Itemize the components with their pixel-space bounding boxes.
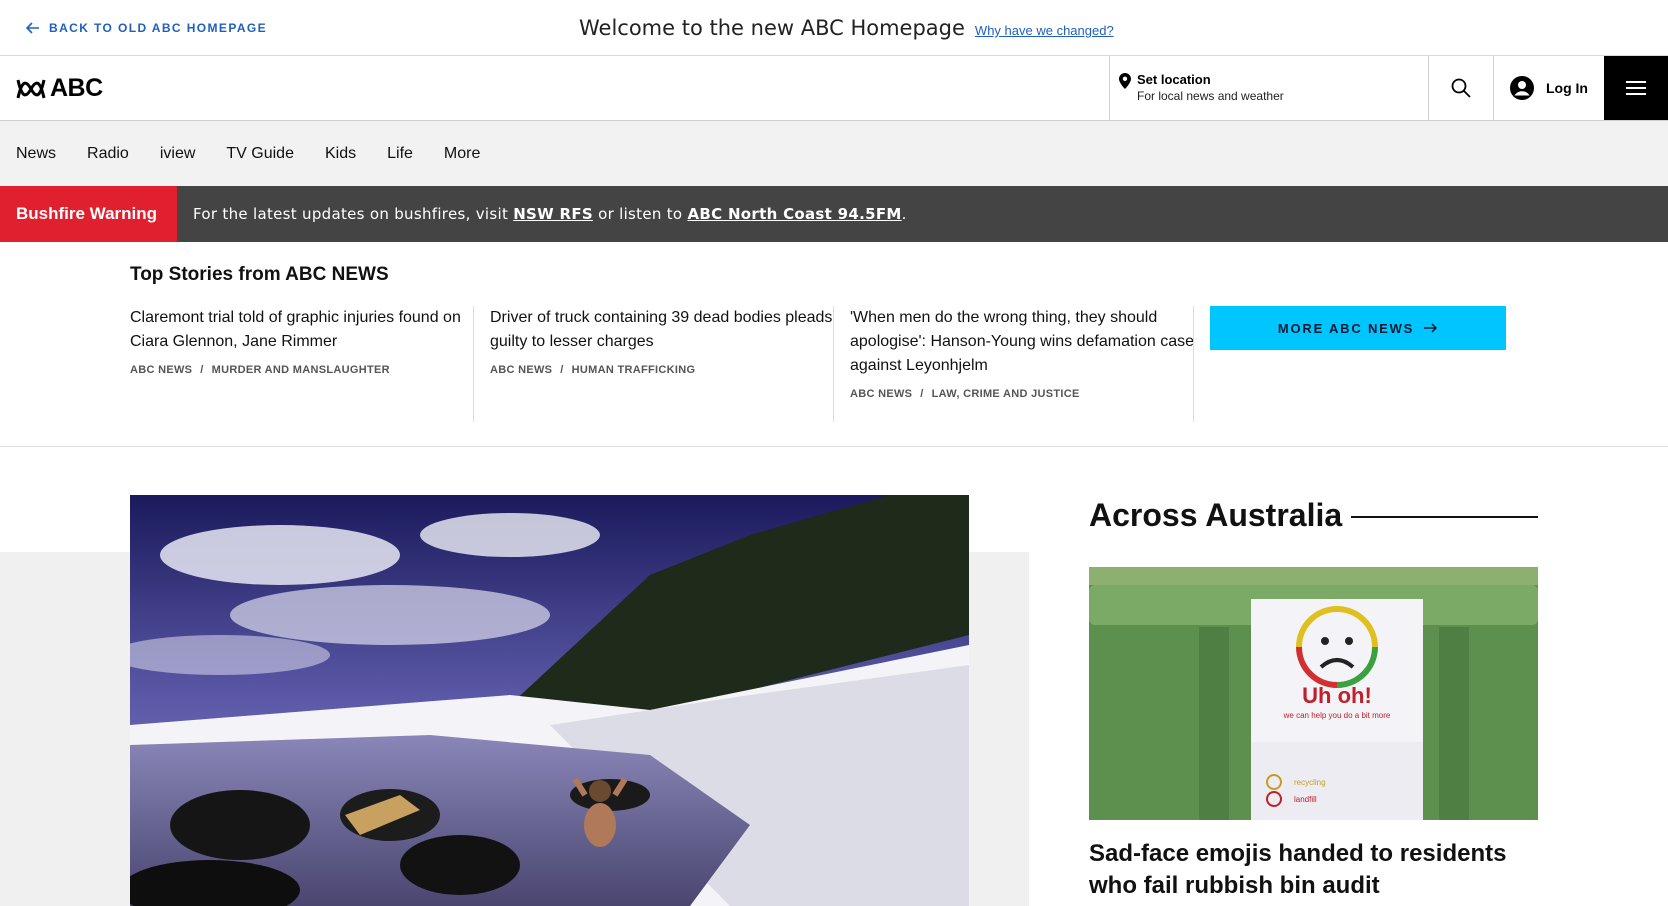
- location-subtitle: For local news and weather: [1137, 89, 1284, 103]
- why-changed-link[interactable]: Why have we changed?: [975, 23, 1114, 38]
- story-divider: [473, 306, 474, 422]
- search-button[interactable]: [1429, 56, 1494, 120]
- meta-separator: /: [200, 364, 204, 376]
- nav-item-kids[interactable]: Kids: [325, 145, 356, 163]
- more-abc-news-label: MORE ABC NEWS: [1277, 320, 1415, 336]
- story-topic[interactable]: LAW, CRIME AND JUSTICE: [932, 388, 1080, 400]
- login-button[interactable]: Log In: [1494, 56, 1604, 120]
- bin-photo-illustration: Uh oh! we can help you do a bit more rec…: [1089, 567, 1538, 820]
- hamburger-menu-icon: [1626, 81, 1646, 95]
- hero-image-beach[interactable]: [130, 495, 969, 906]
- nav-item-news[interactable]: News: [16, 145, 56, 163]
- nsw-rfs-link[interactable]: NSW RFS: [513, 205, 593, 223]
- section-rule: [1351, 516, 1538, 518]
- main-nav: News Radio iview TV Guide Kids Life More: [0, 121, 1668, 186]
- back-link-label: BACK TO OLD ABC HOMEPAGE: [49, 21, 268, 35]
- alert-message: For the latest updates on bushfires, vis…: [193, 205, 907, 223]
- map-pin-icon: [1119, 73, 1131, 89]
- login-label: Log In: [1546, 80, 1588, 96]
- across-story-image[interactable]: Uh oh! we can help you do a bit more rec…: [1089, 567, 1538, 820]
- alert-tag: Bushfire Warning: [0, 186, 177, 242]
- story-card[interactable]: Driver of truck containing 39 dead bodie…: [490, 306, 835, 422]
- welcome-message: Welcome to the new ABC Homepage Why have…: [579, 16, 1114, 40]
- story-meta: ABC NEWS / LAW, CRIME AND JUSTICE: [850, 388, 1195, 400]
- alert-prefix: For the latest updates on bushfires, vis…: [193, 205, 514, 223]
- menu-button[interactable]: [1604, 56, 1668, 120]
- logo-text: ABC: [50, 74, 103, 102]
- story-topic[interactable]: HUMAN TRAFFICKING: [572, 364, 696, 376]
- more-abc-news-button[interactable]: MORE ABC NEWS: [1210, 306, 1506, 350]
- sign-uh-oh-text: Uh oh!: [1302, 683, 1372, 708]
- story-divider: [1193, 306, 1194, 422]
- site-header: ABC Set location For local news and weat…: [0, 56, 1668, 121]
- arrow-right-icon: [1424, 323, 1438, 333]
- search-icon: [1451, 78, 1471, 98]
- meta-separator: /: [560, 364, 564, 376]
- alert-suffix: .: [901, 205, 907, 223]
- notice-bar: BACK TO OLD ABC HOMEPAGE Welcome to the …: [0, 0, 1668, 56]
- bushfire-alert-banner: Bushfire Warning For the latest updates …: [0, 186, 1668, 242]
- story-headline[interactable]: Claremont trial told of graphic injuries…: [130, 306, 475, 354]
- abc-lissajous-icon: [16, 79, 46, 98]
- story-headline[interactable]: 'When men do the wrong thing, they shoul…: [850, 306, 1195, 378]
- location-title: Set location: [1137, 72, 1211, 87]
- sign-recycling-text: recycling: [1294, 778, 1326, 787]
- story-source[interactable]: ABC NEWS: [490, 364, 552, 376]
- user-avatar-icon: [1510, 76, 1534, 100]
- story-topic[interactable]: MURDER AND MANSLAUGHTER: [212, 364, 390, 376]
- arrow-left-icon: [26, 22, 39, 34]
- story-card[interactable]: Claremont trial told of graphic injuries…: [130, 306, 475, 422]
- nav-item-life[interactable]: Life: [387, 145, 413, 163]
- nav-item-more[interactable]: More: [444, 145, 480, 163]
- story-meta: ABC NEWS / HUMAN TRAFFICKING: [490, 364, 835, 376]
- meta-separator: /: [920, 388, 924, 400]
- story-source[interactable]: ABC NEWS: [130, 364, 192, 376]
- top-stories-title: Top Stories from ABC NEWS: [130, 264, 389, 285]
- across-australia-title: Across Australia: [1089, 497, 1343, 533]
- set-location-button[interactable]: Set location For local news and weather: [1109, 56, 1429, 120]
- welcome-text: Welcome to the new ABC Homepage: [579, 16, 965, 40]
- back-to-old-homepage-link[interactable]: BACK TO OLD ABC HOMEPAGE: [26, 21, 267, 35]
- nav-item-tv-guide[interactable]: TV Guide: [226, 145, 294, 163]
- story-source[interactable]: ABC NEWS: [850, 388, 912, 400]
- story-card[interactable]: 'When men do the wrong thing, they shoul…: [850, 306, 1195, 422]
- story-headline[interactable]: Driver of truck containing 39 dead bodie…: [490, 306, 835, 354]
- nav-item-iview[interactable]: iview: [160, 145, 196, 163]
- sign-subtext: we can help you do a bit more: [1283, 711, 1391, 720]
- beach-photo-illustration: [130, 495, 969, 906]
- story-divider: [833, 306, 834, 422]
- nav-item-radio[interactable]: Radio: [87, 145, 129, 163]
- sign-landfill-text: landfill: [1294, 795, 1317, 804]
- alert-mid: or listen to: [593, 205, 688, 223]
- abc-north-coast-link[interactable]: ABC North Coast 94.5FM: [687, 205, 901, 223]
- abc-logo[interactable]: ABC: [16, 74, 103, 103]
- story-meta: ABC NEWS / MURDER AND MANSLAUGHTER: [130, 364, 475, 376]
- top-stories-section: Top Stories from ABC NEWS Claremont tria…: [0, 242, 1668, 447]
- across-story-headline[interactable]: Sad-face emojis handed to residents who …: [1089, 838, 1538, 902]
